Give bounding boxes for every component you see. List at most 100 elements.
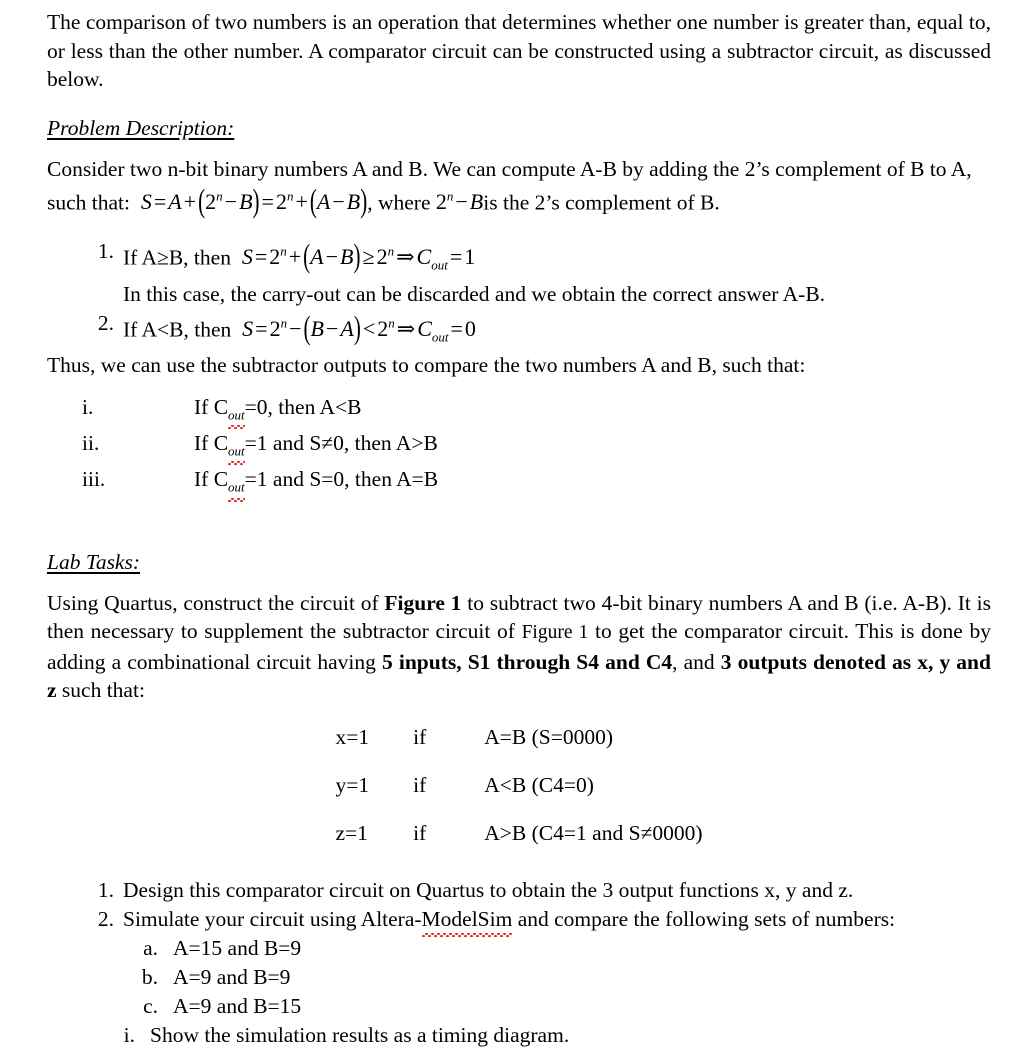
eq-minus-2: − (332, 189, 345, 215)
inputs-bold-text: 5 inputs, S1 through S4 and C4 (382, 649, 673, 674)
eq-A: A (168, 189, 182, 215)
eq-close-paren-1: ) (252, 182, 260, 220)
c1-relation: ≥ (362, 244, 375, 270)
tasks-list: 1. Design this comparator circuit on Qua… (82, 876, 991, 937)
eq-plus-2: + (295, 189, 308, 215)
eq-S: S (140, 189, 152, 215)
problem-description-paragraph: Consider two n-bit binary numbers A and … (47, 155, 991, 220)
task-text-1: Design this comparator circuit on Quartu… (123, 877, 854, 902)
eq-close-paren-2: ) (360, 182, 368, 220)
output-lhs-x: x=1 (335, 724, 370, 749)
c1-B: B (340, 244, 354, 270)
lab-p5: such that: (56, 678, 145, 703)
eq-open-paren-1: ( (198, 182, 206, 220)
figure-reference-bold: Figure 1 (384, 590, 462, 615)
condition-marker-i: i. (82, 394, 94, 419)
task-item-1: 1. Design this comparator circuit on Qua… (82, 876, 991, 905)
sub-task-text-a: A=15 and B=9 (173, 935, 302, 960)
lab-tasks-heading-row: Lab Tasks: (47, 548, 991, 576)
eq-plus-1: + (183, 189, 197, 215)
sub-task-text-b: A=9 and B=9 (173, 964, 291, 989)
eq-equals-2: = (261, 189, 274, 215)
eq-B-2: B (346, 189, 361, 215)
output-lhs-z: z=1 (335, 820, 368, 845)
problem-description-heading-row: Problem Description: (47, 114, 991, 142)
c1-out-subscript: out (431, 257, 448, 273)
cases-list-wrapper: 1. If A≥B, then S=2n+(A−B)≥2n⇒Cout=1 In … (82, 237, 991, 351)
condition-suffix-ii: =1 and S≠0, then A>B (244, 431, 438, 456)
conditions-list: i. If Cout=0, then A<B ii. If Cout=1 and… (82, 393, 991, 502)
lab-tasks-paragraph: Using Quartus, construct the circuit of … (47, 589, 991, 705)
task-misspelled-word: ModelSim (421, 906, 513, 931)
spellcheck-cout-iii: out (228, 465, 245, 502)
intro-paragraph: The comparison of two numbers is an oper… (47, 10, 991, 91)
eq-equals-1: = (153, 189, 167, 215)
case-note-1-row: In this case, the carry-out can be disca… (82, 280, 991, 309)
condition-item-iii: iii. If Cout=1 and S=0, then A=B (82, 465, 991, 502)
eq-comma: , (367, 190, 373, 215)
c2-two: 2 (269, 315, 281, 341)
c2-open-paren: ( (303, 309, 311, 347)
case-marker-2: 2. (97, 310, 114, 335)
condition-item-ii: ii. If Cout=1 and S≠0, then A>B (82, 429, 991, 466)
inline-twos-complement: 2n−B (436, 189, 483, 214)
c1-plus: + (288, 244, 302, 270)
c1-two-2: 2 (376, 244, 388, 270)
case-marker-1: 1. (97, 238, 114, 263)
eq-open-paren-2: ( (309, 182, 317, 220)
case-item-1: 1. If A≥B, then S=2n+(A−B)≥2n⇒Cout=1 (82, 237, 991, 280)
cases-list: 1. If A≥B, then S=2n+(A−B)≥2n⇒Cout=1 In … (82, 237, 991, 351)
where-text: where (377, 190, 431, 215)
eq-exponent-n-1: n (216, 189, 223, 204)
task-text-2-pre: Simulate your circuit using Altera- (123, 906, 422, 931)
c2-B: B (310, 315, 324, 341)
c1-equals-2: = (449, 244, 463, 270)
c2-A: A (340, 315, 354, 341)
output-condition-row-y: y=1 if A<B (C4=0) (336, 773, 703, 821)
conditions-list-wrapper: i. If Cout=0, then A<B ii. If Cout=1 and… (82, 393, 991, 502)
eq-A-2: A (316, 189, 331, 215)
sub-task-marker-a: a. (143, 935, 158, 960)
c2-equals-2: = (450, 315, 463, 341)
final-task-marker: i. (123, 1022, 135, 1047)
c1-S: S (241, 244, 253, 270)
tail-minus: − (455, 189, 468, 215)
c1-C: C (416, 244, 432, 270)
c2-C: C (417, 315, 432, 341)
thus-line: Thus, we can use the subtractor outputs … (47, 353, 806, 378)
c2-S: S (242, 315, 254, 341)
complement-tail-text: is the 2’s complement of B. (483, 190, 720, 215)
output-rhs-x: A=B (S=0000) (484, 724, 614, 749)
output-condition-row-x: x=1 if A=B (S=0000) (336, 725, 703, 773)
condition-prefix-ii: If C (194, 431, 229, 456)
eq-minus-1: − (224, 189, 238, 215)
c2-out-subscript: out (431, 329, 449, 345)
sub-tasks-wrapper: a. A=15 and B=9 b. A=9 and B=9 c. A=9 an… (132, 934, 991, 1021)
c2-implies-arrow: ⇒ (396, 315, 416, 341)
case-equation-2: S=2n−(B−A)<2n⇒Cout=0 (237, 309, 476, 346)
output-condition-row-z: z=1 if A>B (C4=1 and S≠0000) (336, 821, 703, 846)
lab-p4: , and (672, 649, 721, 674)
spellcheck-cout-i: out (228, 393, 245, 430)
c2-equals: = (255, 315, 268, 341)
spellcheck-modelsim: ModelSim (421, 905, 513, 937)
sub-task-item-a: a. A=15 and B=9 (132, 934, 991, 963)
task-marker-2: 2. (97, 906, 114, 931)
condition-sub-ii: out (228, 443, 245, 459)
c2-value: 0 (464, 315, 476, 341)
condition-prefix-i: If C (194, 394, 229, 419)
condition-marker-ii: ii. (82, 431, 100, 456)
eq-two-1: 2 (205, 189, 217, 215)
c1-minus: − (325, 244, 339, 270)
tail-B: B (469, 189, 484, 215)
c1-value: 1 (464, 244, 476, 270)
condition-item-i: i. If Cout=0, then A<B (82, 393, 991, 430)
final-task-text: Show the simulation results as a timing … (150, 1022, 570, 1047)
sub-task-item-b: b. A=9 and B=9 (132, 963, 991, 992)
output-if-y: if (413, 772, 427, 797)
document-page: The comparison of two numbers is an oper… (0, 0, 1022, 1047)
